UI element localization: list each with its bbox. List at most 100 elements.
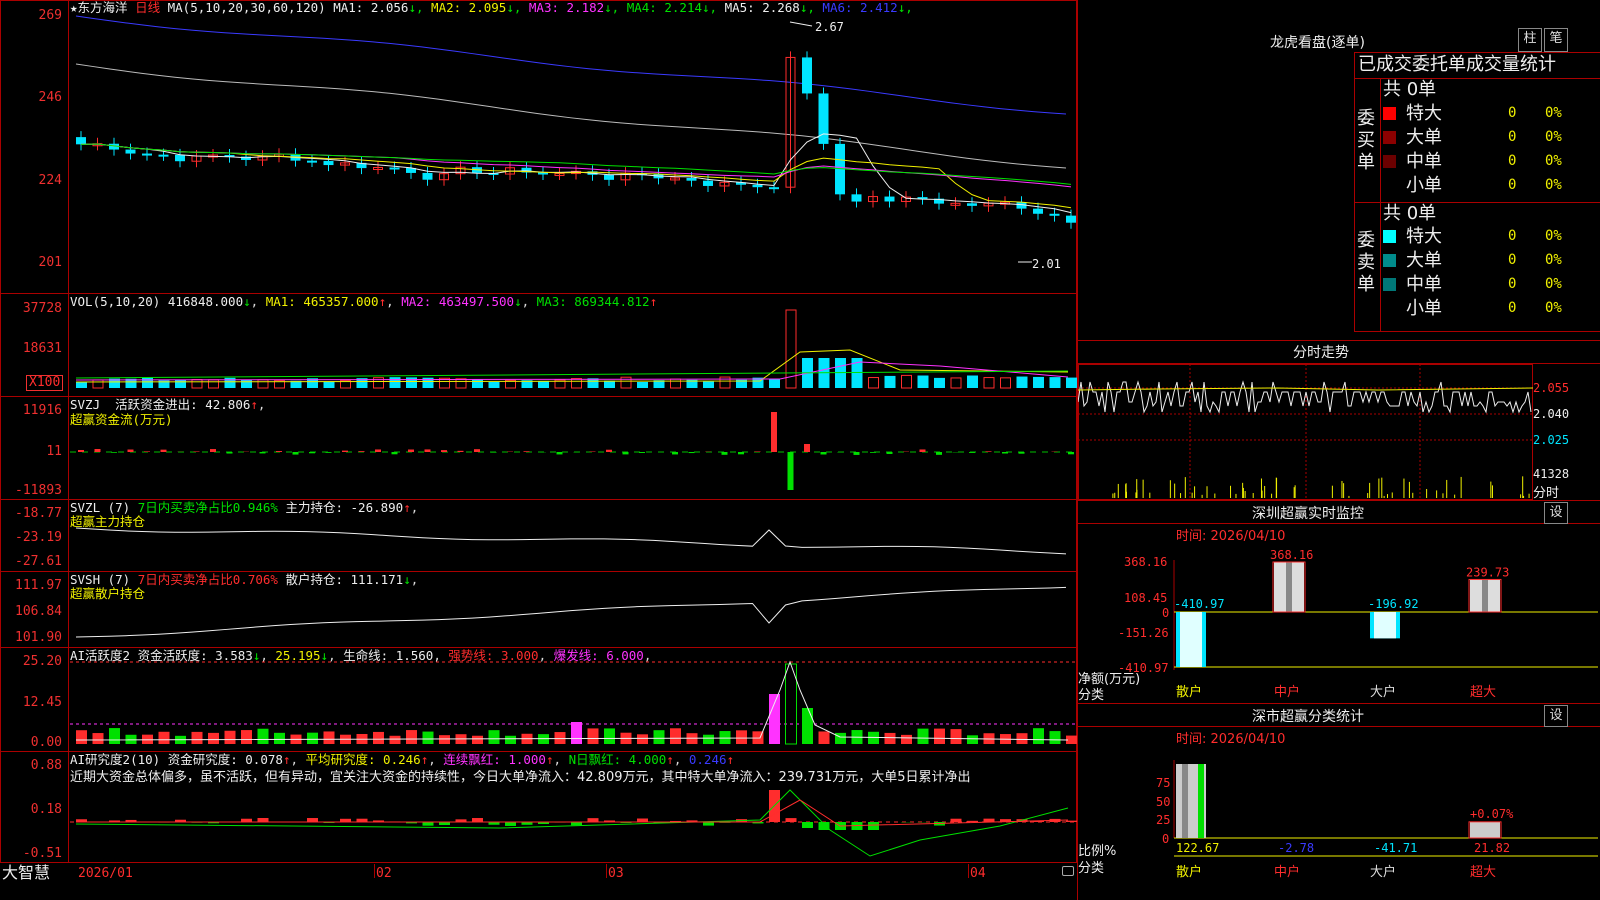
class-bar	[1176, 764, 1206, 838]
volume-bar	[769, 379, 780, 388]
main-y-tick: 269	[38, 8, 62, 23]
research-value: 资金研究度: 0.078	[167, 752, 283, 767]
activity-bar	[950, 729, 962, 744]
intraday-vol-tick: 41328	[1533, 467, 1570, 481]
svzj-bar	[639, 452, 645, 453]
svzj-bar	[754, 451, 761, 452]
order-size-label: 特大	[1406, 226, 1442, 247]
activity-bar	[653, 730, 665, 744]
ai2-header: AI活跃度2 资金活跃度: 3.583↓, 25.195↓, 生命线: 1.56…	[70, 648, 652, 663]
ai2-strong: 强势线: 3.000	[448, 648, 539, 663]
activity-bar	[92, 733, 104, 744]
sz-monitor-settings-button[interactable]: 设	[1544, 502, 1568, 524]
volume-bar	[1033, 376, 1044, 388]
svsh-y-tick: 111.97	[15, 578, 62, 593]
svzj-bar	[160, 449, 167, 452]
activity-bar	[769, 694, 780, 744]
vol-value: 416848.000	[167, 294, 244, 309]
ma-value-4: MA4: 2.214	[626, 0, 702, 15]
monitor-value-label: 368.16	[1270, 548, 1313, 562]
monitor-bar	[1370, 612, 1400, 639]
svzj-y-tick: 11	[46, 444, 62, 459]
ma-value-5: MA5: 2.268	[724, 0, 800, 15]
order-count: 0	[1508, 153, 1517, 169]
candle	[158, 154, 169, 157]
research-bar	[703, 822, 714, 826]
svzl-header: SVZL (7) 7日内买卖净占比0.946% 主力持仓: -26.890↑,	[70, 500, 419, 515]
class-category-label: 散户	[1176, 864, 1202, 880]
star-icon[interactable]: ★	[70, 0, 78, 15]
sell-side-label: 委卖单	[1357, 230, 1375, 295]
research-bar	[1066, 820, 1077, 822]
svzj-bar	[804, 444, 810, 452]
activity-bar	[1049, 731, 1061, 744]
svzj-bar	[193, 451, 200, 452]
low-price-label: 2.01	[1032, 257, 1061, 271]
period-label[interactable]: 日线	[135, 0, 160, 15]
volume-bar	[901, 374, 912, 389]
svzj-bar	[787, 452, 794, 490]
stock-name[interactable]: 东方海洋	[78, 0, 128, 15]
svzj-bar	[738, 452, 744, 455]
research-bar	[868, 822, 879, 830]
intraday-chart[interactable]	[1078, 364, 1600, 500]
order-size-label: 中单	[1406, 274, 1442, 295]
order-percent: 0%	[1545, 177, 1562, 193]
activity-bar	[323, 731, 335, 744]
activity-bar	[571, 722, 582, 744]
svzj-y-tick: -11893	[15, 483, 62, 498]
monitor-bar-shade	[1482, 579, 1488, 612]
vol-unit-label[interactable]: X100	[26, 375, 64, 391]
ma-value-6: MA6: 2.412	[822, 0, 898, 15]
tick-mode-button[interactable]: 笔	[1544, 28, 1568, 52]
order-percent: 0%	[1545, 300, 1562, 316]
candle	[818, 93, 829, 144]
svzj-bar	[870, 452, 876, 453]
ai2-y-tick: 25.20	[22, 654, 62, 669]
activity-bar	[802, 708, 813, 744]
intraday-title: 分时走势	[1293, 345, 1349, 361]
legend-swatch	[1383, 230, 1396, 243]
research-y-tick: 0.18	[30, 802, 62, 817]
monitor-category-label: 散户	[1176, 684, 1202, 700]
class-bar-stripe	[1198, 764, 1204, 838]
lock-icon[interactable]	[1062, 866, 1074, 876]
volume-bar	[1016, 376, 1028, 388]
monitor-bar	[1272, 561, 1306, 613]
buy-side-label: 委买单	[1357, 108, 1375, 173]
order-percent: 0%	[1545, 153, 1562, 169]
volume-bar	[472, 379, 483, 388]
main-y-tick: 201	[38, 255, 62, 270]
candle	[967, 203, 977, 206]
class-bar-stripe	[1182, 764, 1188, 838]
legend-swatch	[1383, 131, 1396, 144]
monitor-value-label: 239.73	[1466, 565, 1509, 579]
svzl-y-tick: -18.77	[15, 506, 62, 521]
brand-label[interactable]: 大智慧	[2, 864, 50, 882]
svzj-bar	[144, 451, 150, 452]
volume-bar	[604, 380, 615, 388]
ai2-name: AI活跃度2	[70, 648, 131, 663]
volume-bar	[92, 379, 104, 389]
order-size-label: 大单	[1406, 250, 1442, 271]
activity-bar	[637, 734, 648, 744]
date-divider	[606, 864, 607, 878]
bar-mode-button[interactable]: 柱	[1518, 28, 1542, 52]
volume-bar	[703, 381, 714, 388]
class-value-label: 21.82	[1474, 841, 1510, 855]
svzj-bar	[325, 452, 332, 453]
vol-ma1: MA1: 465357.000	[265, 294, 379, 309]
sz-monitor-title: 深圳超赢实时监控	[1252, 506, 1364, 522]
svzj-bar	[111, 452, 117, 453]
date-divider	[968, 864, 969, 878]
research-bar	[785, 818, 797, 822]
main-y-tick: 224	[38, 173, 62, 188]
svzj-bar	[78, 449, 84, 452]
sz-class-settings-button[interactable]: 设	[1544, 705, 1568, 727]
svsh-y-tick: 106.84	[15, 604, 62, 619]
research-last: 0.246	[688, 752, 727, 767]
order-count: 0	[1508, 276, 1517, 292]
activity-bar	[818, 731, 830, 744]
research-header: AI研究度2(10) 资金研究度: 0.078↑, 平均研究度: 0.246↑,…	[70, 752, 735, 767]
activity-bar	[1016, 733, 1028, 744]
